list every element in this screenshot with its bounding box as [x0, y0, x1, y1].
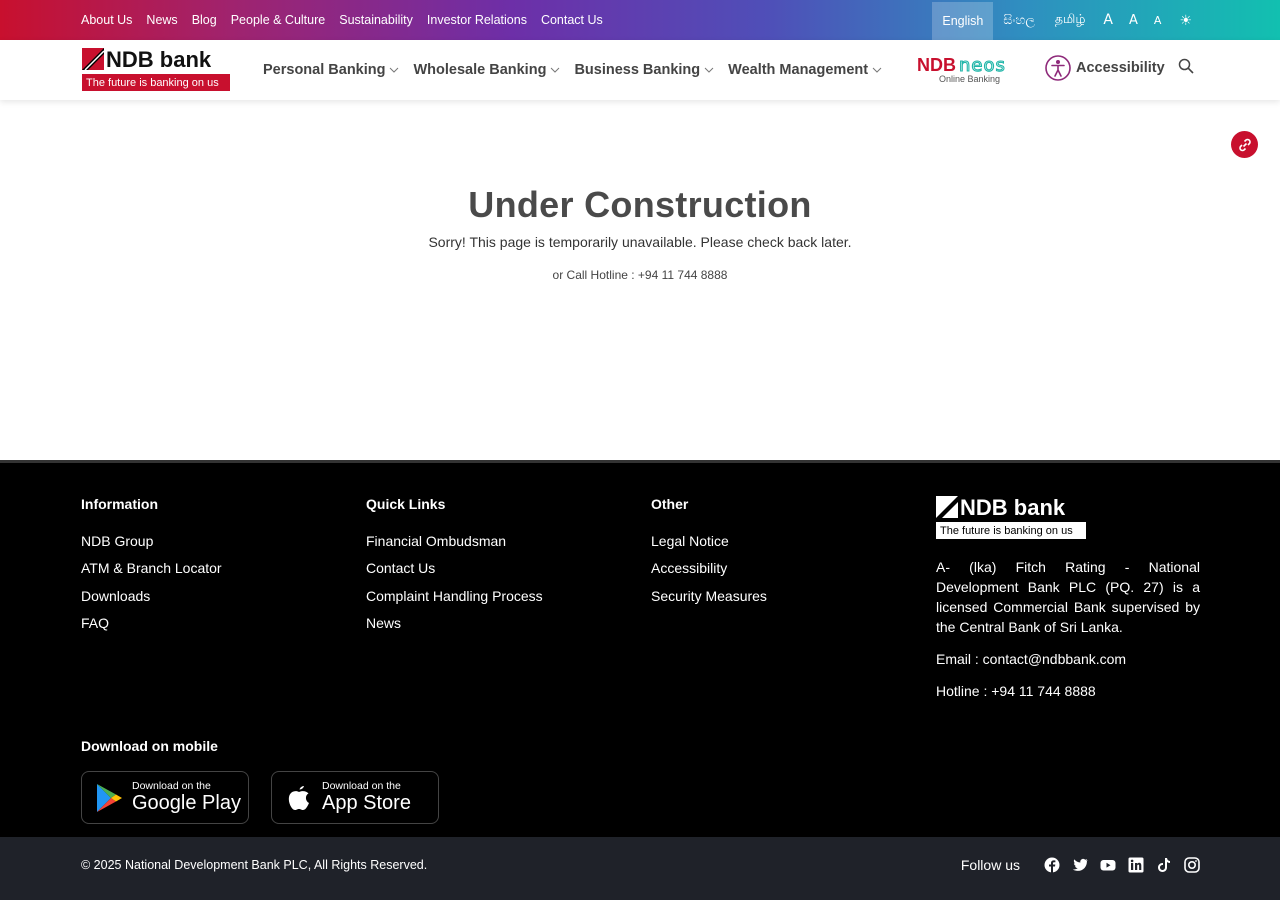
- app-store-text: Download on the App Store: [322, 780, 411, 815]
- chevron-down-icon: [551, 67, 560, 73]
- nav-business-banking[interactable]: Business Banking: [574, 62, 714, 78]
- top-link-news[interactable]: News: [146, 13, 177, 27]
- primary-nav-menu: Personal Banking Wholesale Banking Busin…: [263, 40, 896, 100]
- nav-wholesale-banking[interactable]: Wholesale Banking: [413, 62, 560, 78]
- footer-column-about: NDB bank The future is banking on us A- …: [936, 495, 1200, 699]
- footer-heading: Information: [81, 496, 158, 512]
- footer-link-contact-us[interactable]: Contact Us: [366, 555, 543, 582]
- google-play-text: Download on the Google Play: [132, 780, 241, 815]
- language-sinhala[interactable]: සිංහල: [993, 1, 1045, 39]
- top-link-about-us[interactable]: About Us: [81, 13, 132, 27]
- youtube-icon[interactable]: [1100, 857, 1116, 873]
- footer-ndb-bank-logo: NDB bank The future is banking on us: [936, 495, 1086, 539]
- chevron-down-icon: [390, 67, 399, 73]
- app-store-button[interactable]: Download on the App Store: [271, 771, 439, 824]
- footer-link-faq[interactable]: FAQ: [81, 610, 222, 637]
- main-content: Under Construction Sorry! This page is t…: [0, 100, 1280, 460]
- footer-link-downloads[interactable]: Downloads: [81, 583, 222, 610]
- footer-link-news[interactable]: News: [366, 610, 543, 637]
- footer-link-complaint-handling[interactable]: Complaint Handling Process: [366, 583, 543, 610]
- google-play-icon: [97, 783, 122, 812]
- footer-column-quick-links: Quick Links Financial Ombudsman Contact …: [366, 496, 543, 637]
- search-icon[interactable]: [1178, 58, 1194, 74]
- nav-label: Business Banking: [574, 62, 701, 78]
- footer-link-accessibility[interactable]: Accessibility: [651, 555, 767, 582]
- font-size-small-button[interactable]: A: [1146, 14, 1170, 27]
- logo-brand-text: NDB bank: [106, 48, 212, 72]
- app-store-small-label: Download on the: [322, 780, 401, 792]
- svg-text:NDB: NDB: [917, 55, 956, 75]
- footer-column-other: Other Legal Notice Accessibility Securit…: [651, 496, 767, 610]
- language-and-display-controls: English සිංහල தமிழ் A A A ☀: [932, 0, 1200, 40]
- language-tamil[interactable]: தமிழ்: [1045, 1, 1096, 39]
- nav-label: Wealth Management: [728, 62, 869, 78]
- app-store-big-label: App Store: [322, 792, 411, 814]
- font-size-large-button[interactable]: A: [1095, 12, 1121, 28]
- font-size-medium-button[interactable]: A: [1121, 13, 1146, 28]
- google-play-big-label: Google Play: [132, 792, 241, 814]
- footer-hotline[interactable]: Hotline : +94 11 744 8888: [936, 683, 1200, 699]
- footer-link-legal-notice[interactable]: Legal Notice: [651, 528, 767, 555]
- social-follow: Follow us: [961, 857, 1200, 873]
- neos-tagline: Online Banking: [939, 74, 1000, 84]
- logo-tagline-text: The future is banking on us: [86, 77, 219, 89]
- nav-personal-banking[interactable]: Personal Banking: [263, 62, 399, 78]
- page-title: Under Construction: [468, 184, 812, 225]
- chevron-down-icon: [872, 67, 882, 73]
- ndb-bank-logo[interactable]: NDB bank The future is banking on us: [82, 48, 230, 92]
- footer-link-ndb-group[interactable]: NDB Group: [81, 528, 222, 555]
- footer-logo-tagline: The future is banking on us: [940, 525, 1073, 537]
- footer-link-security-measures[interactable]: Security Measures: [651, 583, 767, 610]
- top-link-blog[interactable]: Blog: [192, 13, 217, 27]
- top-link-contact-us[interactable]: Contact Us: [541, 13, 603, 27]
- google-play-button[interactable]: Download on the Google Play: [81, 771, 249, 824]
- hotline-text: or Call Hotline : +94 11 744 8888: [552, 268, 728, 282]
- google-play-small-label: Download on the: [132, 780, 211, 792]
- facebook-icon[interactable]: [1044, 857, 1060, 873]
- top-link-people-culture[interactable]: People & Culture: [231, 13, 326, 27]
- footer-link-atm-branch-locator[interactable]: ATM & Branch Locator: [81, 555, 222, 582]
- main-navigation: NDB bank The future is banking on us Per…: [0, 40, 1280, 100]
- nav-label: Wholesale Banking: [413, 62, 547, 78]
- instagram-icon[interactable]: [1184, 857, 1200, 873]
- accessibility-button[interactable]: Accessibility: [1045, 54, 1165, 82]
- top-link-sustainability[interactable]: Sustainability: [339, 13, 413, 27]
- linkedin-icon[interactable]: [1128, 857, 1144, 873]
- fitch-rating-text: A- (lka) Fitch Rating - National Develop…: [936, 559, 1200, 635]
- nav-label: Personal Banking: [263, 62, 386, 78]
- sun-icon[interactable]: ☀: [1169, 12, 1200, 29]
- footer-heading: Other: [651, 496, 689, 512]
- twitter-icon[interactable]: [1072, 857, 1088, 873]
- chevron-down-icon: [704, 67, 714, 73]
- follow-us-label: Follow us: [960, 857, 1020, 873]
- nav-wealth-management[interactable]: Wealth Management: [728, 62, 882, 78]
- apple-icon: [288, 785, 309, 810]
- footer-email[interactable]: Email : contact@ndbbank.com: [936, 651, 1200, 667]
- download-heading: Download on mobile: [81, 738, 218, 754]
- footer-column-information: Information NDB Group ATM & Branch Locat…: [81, 496, 222, 637]
- bottom-bar: © 2025 National Development Bank PLC, Al…: [0, 837, 1280, 900]
- top-utility-bar: About Us News Blog People & Culture Sust…: [0, 0, 1280, 40]
- accessibility-label: Accessibility: [1076, 60, 1165, 76]
- top-link-investor-relations[interactable]: Investor Relations: [427, 13, 527, 27]
- footer-heading: Quick Links: [366, 496, 446, 512]
- ndb-neos-online-banking-logo[interactable]: NDB neos Online Banking: [917, 54, 1029, 84]
- copyright-text: © 2025 National Development Bank PLC, Al…: [81, 858, 428, 872]
- language-english[interactable]: English: [932, 1, 994, 40]
- top-links: About Us News Blog People & Culture Sust…: [81, 0, 603, 40]
- svg-text:neos: neos: [959, 55, 1006, 76]
- accessibility-icon: [1045, 55, 1071, 81]
- footer: Information NDB Group ATM & Branch Locat…: [0, 460, 1280, 837]
- unavailable-message: Sorry! This page is temporarily unavaila…: [428, 234, 852, 250]
- footer-logo-brand: NDB bank: [960, 496, 1066, 520]
- tiktok-icon[interactable]: [1156, 857, 1172, 873]
- footer-link-financial-ombudsman[interactable]: Financial Ombudsman: [366, 528, 543, 555]
